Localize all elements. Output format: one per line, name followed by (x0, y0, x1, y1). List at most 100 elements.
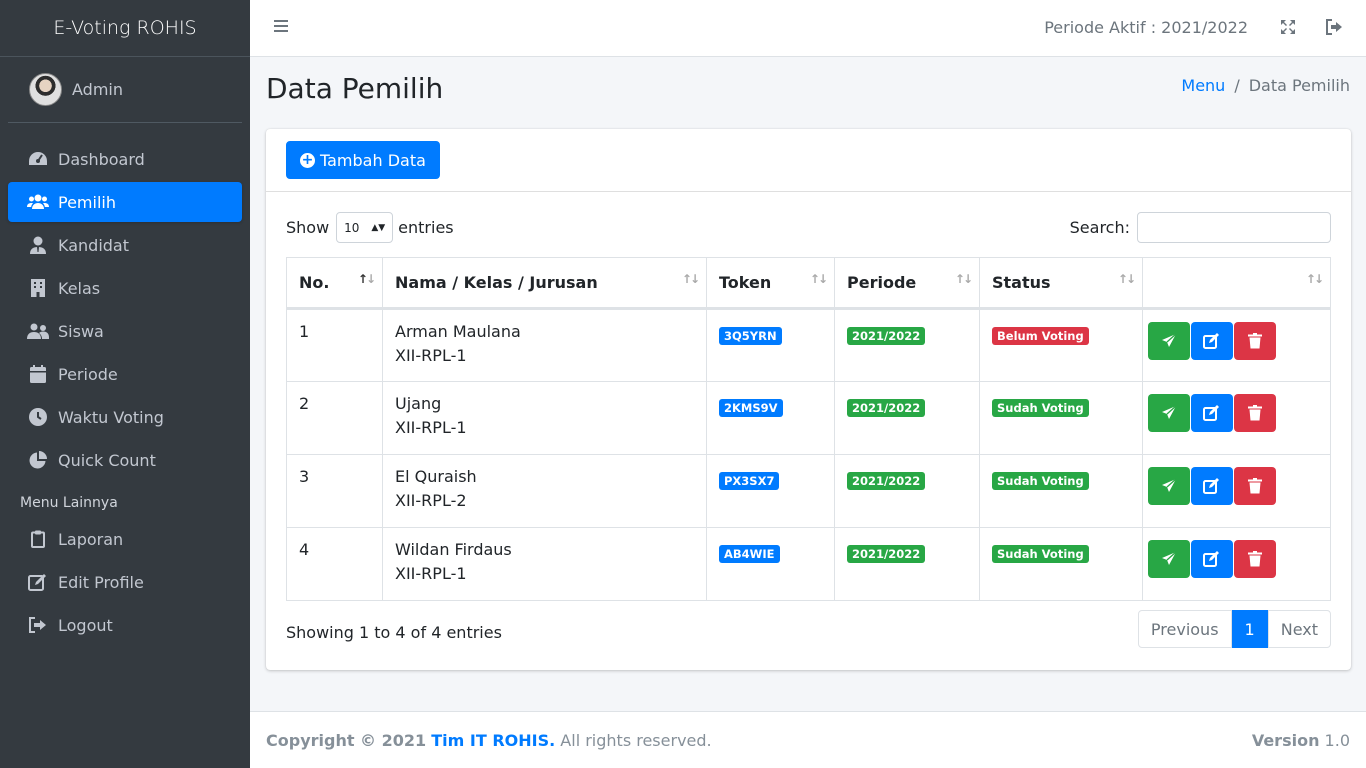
top-navbar: Periode Aktif : 2021/2022 (250, 0, 1366, 57)
edit-button[interactable] (1191, 394, 1234, 432)
pagination-previous[interactable]: Previous (1137, 610, 1232, 648)
status-badge: Sudah Voting (992, 472, 1089, 490)
cell-nama: Wildan Firdaus XII-RPL-1 (382, 527, 707, 601)
sidebar-item-pemilih[interactable]: Pemilih (8, 182, 242, 222)
sidebar-item-label: Dashboard (58, 149, 145, 169)
clock-icon (26, 408, 50, 426)
nama-text: El Quraish (395, 467, 477, 486)
sidebar-item-label: Pemilih (58, 192, 116, 212)
sort-icon: ↑↓ (809, 272, 828, 286)
sidebar-item-label: Kelas (58, 278, 101, 298)
column-header-status[interactable]: Status ↑↓ (979, 257, 1143, 310)
fullscreen-icon[interactable] (1280, 19, 1296, 39)
cell-nama: Arman Maulana XII-RPL-1 (382, 308, 707, 382)
cell-token: PX3SX7 (706, 454, 835, 528)
send-token-button[interactable] (1148, 394, 1190, 432)
column-label: Periode (847, 273, 917, 292)
paper-plane-icon (1162, 551, 1177, 565)
logout-icon[interactable] (1326, 19, 1342, 39)
sidebar-item-laporan[interactable]: Laporan (8, 519, 242, 559)
clipboard-icon (26, 530, 50, 548)
menu-toggle-icon[interactable] (274, 18, 288, 38)
plus-circle-icon: + (300, 152, 315, 168)
sidebar-item-quick-count[interactable]: Quick Count (8, 440, 242, 480)
column-header-token[interactable]: Token ↑↓ (706, 257, 835, 310)
column-header-nama[interactable]: Nama / Kelas / Jurusan ↑↓ (382, 257, 707, 310)
column-header-actions[interactable]: ↑↓ (1142, 257, 1331, 310)
trash-icon (1248, 333, 1263, 349)
cell-periode: 2021/2022 (834, 381, 980, 455)
pagination-page-1[interactable]: 1 (1231, 610, 1268, 648)
users-icon (26, 194, 50, 210)
cell-actions (1142, 527, 1331, 601)
send-token-button[interactable] (1148, 467, 1190, 505)
cell-actions (1142, 381, 1331, 455)
cell-no: 2 (286, 381, 383, 455)
edit-icon (1203, 333, 1220, 349)
brand-link[interactable]: E-Voting ROHIS (0, 0, 250, 57)
breadcrumb-menu-link[interactable]: Menu (1181, 76, 1225, 95)
sidebar: E-Voting ROHIS Admin Dashboard Pemilih K… (0, 0, 250, 768)
pagination: Previous 1 Next (1137, 610, 1331, 648)
cell-no: 3 (286, 454, 383, 528)
search-control: Search: (1070, 212, 1331, 243)
cell-no: 4 (286, 527, 383, 601)
tambah-data-button[interactable]: + Tambah Data (286, 141, 440, 179)
status-badge: Sudah Voting (992, 399, 1089, 417)
sidebar-item-label: Edit Profile (58, 572, 144, 592)
calendar-icon (26, 365, 50, 383)
edit-icon (1203, 478, 1220, 494)
sort-asc-icon: ↑↓ (357, 272, 376, 286)
kelas-text: XII-RPL-1 (395, 564, 467, 583)
cell-status: Sudah Voting (979, 527, 1143, 601)
footer-version: Version 1.0 (1252, 731, 1350, 750)
page-length-select[interactable]: 10 ▲▼ (336, 212, 394, 243)
send-token-button[interactable] (1148, 322, 1190, 360)
delete-button[interactable] (1234, 540, 1277, 578)
delete-button[interactable] (1234, 394, 1277, 432)
sidebar-item-siswa[interactable]: Siswa (8, 311, 242, 351)
trash-icon (1248, 478, 1263, 494)
version-label: Version (1251, 731, 1320, 750)
sidebar-item-waktu-voting[interactable]: Waktu Voting (8, 397, 242, 437)
column-label: Token (719, 273, 772, 292)
search-input[interactable] (1137, 212, 1331, 243)
sidebar-item-logout[interactable]: Logout (8, 605, 242, 645)
delete-button[interactable] (1234, 322, 1277, 360)
sidebar-item-label: Logout (58, 615, 113, 635)
edit-button[interactable] (1191, 467, 1234, 505)
trash-icon (1248, 551, 1263, 567)
entries-label: entries (398, 218, 454, 237)
column-label: Status (992, 273, 1051, 292)
chevron-updown-icon: ▲▼ (371, 222, 386, 233)
pie-chart-icon (26, 451, 50, 469)
cell-no: 1 (286, 308, 383, 382)
status-badge: Belum Voting (992, 327, 1089, 345)
user-panel[interactable]: Admin (8, 57, 242, 123)
cell-periode: 2021/2022 (834, 527, 980, 601)
sidebar-item-dashboard[interactable]: Dashboard (8, 139, 242, 179)
edit-button[interactable] (1191, 540, 1234, 578)
trash-icon (1248, 405, 1263, 421)
sidebar-item-edit-profile[interactable]: Edit Profile (8, 562, 242, 602)
pagination-next[interactable]: Next (1267, 610, 1331, 648)
breadcrumb-current: Data Pemilih (1248, 76, 1350, 95)
table-row: 2 Ujang XII-RPL-1 2KMS9V 2021/2022 Sudah … (286, 381, 1331, 455)
table-row: 3 El Quraish XII-RPL-2 PX3SX7 2021/2022 S… (286, 454, 1331, 528)
sidebar-item-kelas[interactable]: Kelas (8, 268, 242, 308)
cell-nama: Ujang XII-RPL-1 (382, 381, 707, 455)
sidebar-item-periode[interactable]: Periode (8, 354, 242, 394)
sidebar-item-label: Kandidat (58, 235, 129, 255)
column-header-periode[interactable]: Periode ↑↓ (834, 257, 980, 310)
delete-button[interactable] (1234, 467, 1277, 505)
user-name: Admin (72, 80, 123, 99)
send-token-button[interactable] (1148, 540, 1190, 578)
edit-icon (1203, 551, 1220, 567)
nama-text: Wildan Firdaus (395, 540, 512, 559)
footer-brand-link[interactable]: Tim IT ROHIS. (431, 731, 555, 750)
column-header-no[interactable]: No. ↑↓ (286, 257, 383, 310)
sidebar-item-kandidat[interactable]: Kandidat (8, 225, 242, 265)
edit-button[interactable] (1191, 322, 1234, 360)
periode-aktif-text: Periode Aktif : 2021/2022 (1044, 18, 1248, 37)
sidebar-item-label: Quick Count (58, 450, 156, 470)
